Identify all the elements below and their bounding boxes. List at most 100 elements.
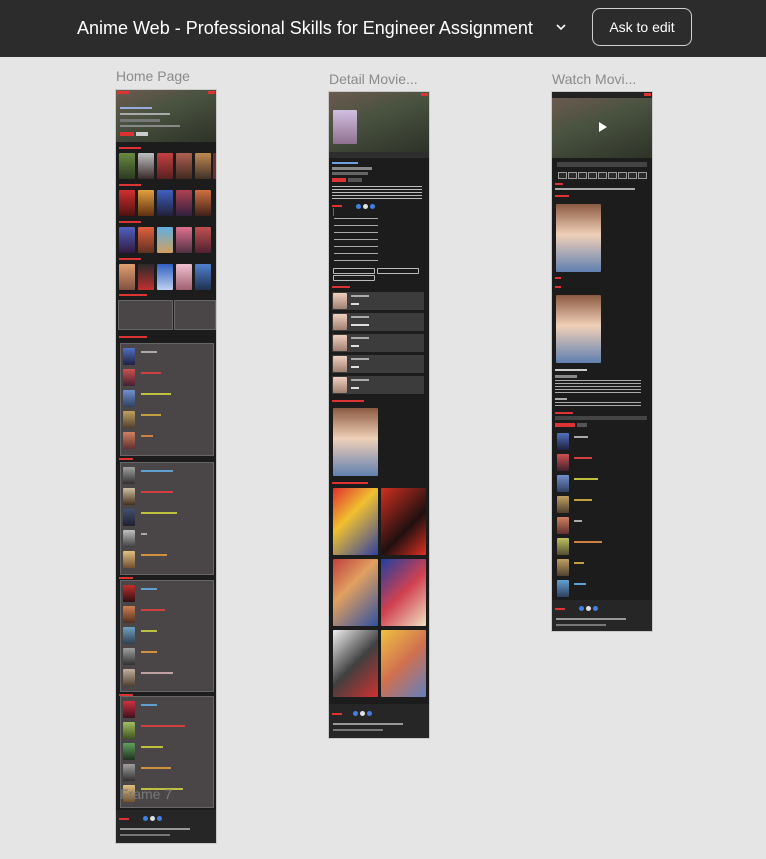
episode-number[interactable]: [598, 172, 607, 179]
character-row[interactable]: [332, 355, 424, 373]
anime-card[interactable]: [176, 264, 192, 290]
list-thumb[interactable]: [557, 517, 569, 534]
watch-now-button[interactable]: [332, 178, 346, 182]
episode-button[interactable]: [333, 268, 375, 274]
list-thumb[interactable]: [557, 475, 569, 492]
list-title: [574, 541, 602, 543]
footer-logo: [332, 713, 342, 715]
facebook-icon[interactable]: [143, 816, 148, 821]
footer-links[interactable]: [556, 624, 606, 626]
twitter-icon[interactable]: [370, 204, 375, 209]
episode-number[interactable]: [638, 172, 647, 179]
section-title: [555, 412, 573, 414]
anime-card[interactable]: [119, 190, 135, 216]
chevron-down-icon[interactable]: [554, 20, 568, 34]
character-row[interactable]: [332, 292, 424, 310]
anime-card[interactable]: [213, 153, 216, 179]
ask-to-edit-button[interactable]: Ask to edit: [592, 8, 692, 46]
anime-card[interactable]: [119, 264, 135, 290]
login-button[interactable]: [208, 91, 215, 94]
character-image[interactable]: [556, 295, 601, 363]
recommendation-cover[interactable]: [333, 559, 378, 626]
twitter-icon[interactable]: [593, 606, 598, 611]
server-bar[interactable]: [557, 162, 647, 167]
anime-card[interactable]: [176, 153, 192, 179]
anime-card[interactable]: [195, 190, 211, 216]
anime-card[interactable]: [119, 153, 135, 179]
list-thumb[interactable]: [557, 538, 569, 555]
tab-bar[interactable]: [555, 416, 647, 420]
instagram-icon[interactable]: [360, 711, 365, 716]
recommendation-cover[interactable]: [381, 488, 426, 555]
episode-number[interactable]: [568, 172, 577, 179]
anime-card[interactable]: [195, 227, 211, 253]
facebook-icon[interactable]: [356, 204, 361, 209]
anime-card[interactable]: [157, 190, 173, 216]
anime-card[interactable]: [176, 190, 192, 216]
follow-button[interactable]: [348, 178, 362, 182]
anime-card[interactable]: [157, 153, 173, 179]
episode-number[interactable]: [578, 172, 587, 179]
recommendation-cover[interactable]: [381, 559, 426, 626]
character-row[interactable]: [332, 376, 424, 394]
episode-button[interactable]: [333, 275, 375, 281]
list-thumb[interactable]: [557, 433, 569, 450]
home-page-frame[interactable]: Frame 7: [116, 90, 216, 843]
tab[interactable]: [577, 423, 587, 427]
twitter-icon[interactable]: [157, 816, 162, 821]
section-title-ranking: [119, 458, 133, 460]
detail-movie-frame[interactable]: [329, 92, 429, 738]
recommendation-cover[interactable]: [333, 488, 378, 555]
anime-card[interactable]: [157, 264, 173, 290]
recommendation-cover[interactable]: [381, 630, 426, 697]
instagram-icon[interactable]: [150, 816, 155, 821]
login-button[interactable]: [644, 93, 651, 96]
document-title[interactable]: Anime Web - Professional Skills for Engi…: [77, 18, 533, 39]
recommendation-cover[interactable]: [333, 630, 378, 697]
anime-meta: [555, 375, 577, 378]
episode-number[interactable]: [608, 172, 617, 179]
episode-button[interactable]: [377, 268, 419, 274]
anime-meta: [332, 167, 372, 170]
list-thumb[interactable]: [557, 580, 569, 597]
footer-links[interactable]: [333, 729, 383, 731]
list-thumb[interactable]: [557, 454, 569, 471]
episode-number[interactable]: [618, 172, 627, 179]
anime-card[interactable]: [195, 153, 211, 179]
list-thumb[interactable]: [557, 559, 569, 576]
anime-card[interactable]: [195, 264, 211, 290]
instagram-icon[interactable]: [586, 606, 591, 611]
tab-active[interactable]: [555, 423, 575, 427]
anime-card[interactable]: [138, 264, 154, 290]
anime-card[interactable]: [138, 190, 154, 216]
episode-number[interactable]: [588, 172, 597, 179]
episode-number[interactable]: [628, 172, 637, 179]
footer-links[interactable]: [120, 834, 170, 836]
anime-card[interactable]: [119, 227, 135, 253]
login-button[interactable]: [421, 93, 428, 96]
voice-actor-image[interactable]: [333, 408, 378, 476]
episode-number[interactable]: [558, 172, 567, 179]
character-row[interactable]: [332, 334, 424, 352]
anime-card[interactable]: [138, 153, 154, 179]
anime-card[interactable]: [157, 227, 173, 253]
frame-label-detail[interactable]: Detail Movie...: [329, 71, 418, 87]
frame-label-home[interactable]: Home Page: [116, 68, 190, 84]
instagram-icon[interactable]: [363, 204, 368, 209]
character-row[interactable]: [332, 313, 424, 331]
footer: [116, 810, 216, 843]
facebook-icon[interactable]: [353, 711, 358, 716]
watch-now-button[interactable]: [120, 132, 134, 136]
play-icon[interactable]: [595, 120, 609, 134]
facebook-icon[interactable]: [579, 606, 584, 611]
label: [555, 398, 567, 400]
anime-title: [555, 369, 587, 371]
frame-label-watch[interactable]: Watch Movi...: [552, 71, 636, 87]
anime-card[interactable]: [138, 227, 154, 253]
twitter-icon[interactable]: [367, 711, 372, 716]
character-image[interactable]: [556, 204, 601, 272]
detail-button[interactable]: [136, 132, 148, 136]
watch-movie-frame[interactable]: [552, 92, 652, 631]
list-thumb[interactable]: [557, 496, 569, 513]
anime-card[interactable]: [176, 227, 192, 253]
